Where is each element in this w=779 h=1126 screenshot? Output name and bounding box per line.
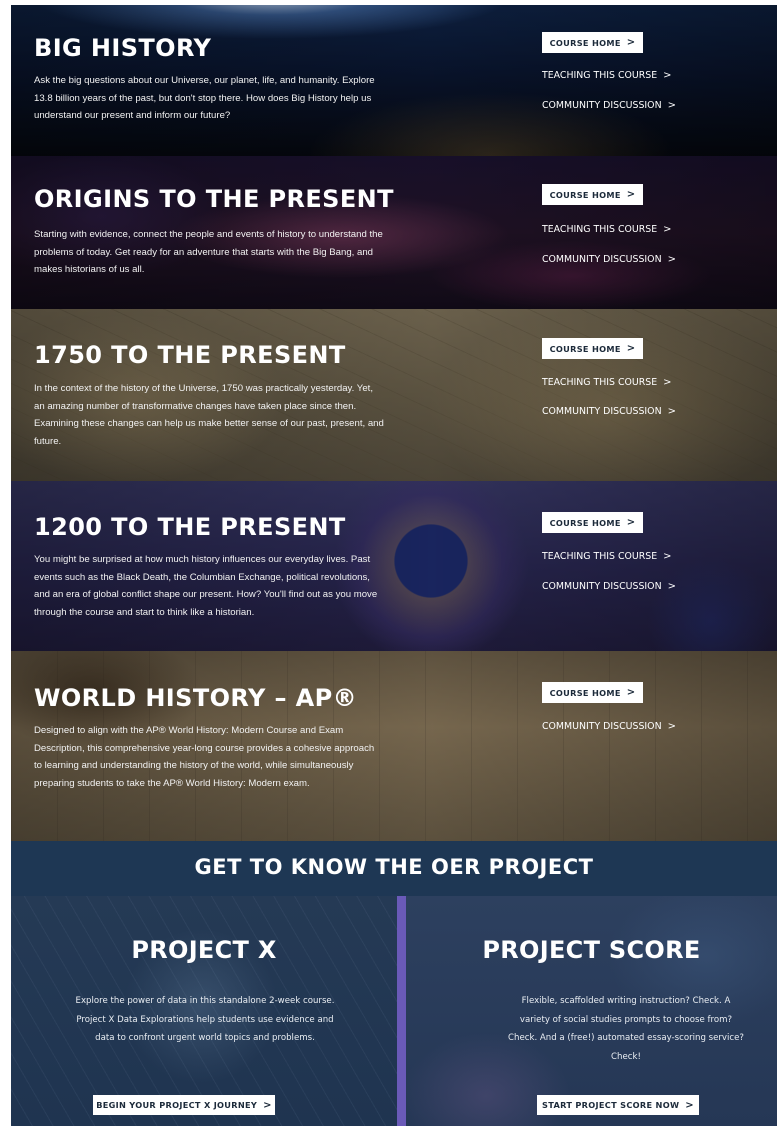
teaching-this-course-link[interactable]: TEACHING THIS COURSE > bbox=[542, 551, 672, 562]
community-discussion-link[interactable]: COMMUNITY DISCUSSION > bbox=[542, 721, 676, 732]
course-home-button[interactable]: COURSE HOME > bbox=[542, 682, 643, 703]
course-big-history: BIG HISTORY Ask the big questions about … bbox=[11, 5, 777, 156]
chevron-right-icon: > bbox=[667, 406, 676, 417]
community-discussion-link[interactable]: COMMUNITY DISCUSSION > bbox=[542, 100, 676, 111]
community-discussion-link[interactable]: COMMUNITY DISCUSSION > bbox=[542, 581, 676, 592]
course-home-button[interactable]: COURSE HOME > bbox=[542, 512, 643, 533]
course-home-button[interactable]: COURSE HOME > bbox=[542, 338, 643, 359]
chevron-right-icon: > bbox=[626, 687, 636, 698]
chevron-right-icon: > bbox=[663, 70, 672, 81]
project-x-title: PROJECT X bbox=[131, 936, 277, 964]
teaching-this-course-link[interactable]: TEACHING THIS COURSE > bbox=[542, 224, 672, 235]
chevron-right-icon: > bbox=[663, 224, 672, 235]
course-1200-to-the-present: 1200 TO THE PRESENT You might be surpris… bbox=[11, 481, 777, 651]
project-x-description: Explore the power of data in this standa… bbox=[75, 996, 335, 1043]
chevron-right-icon: > bbox=[667, 581, 676, 592]
course-title: 1200 TO THE PRESENT bbox=[34, 513, 346, 541]
course-origins-to-the-present: ORIGINS TO THE PRESENT Starting with evi… bbox=[11, 156, 777, 309]
course-title: WORLD HISTORY – AP® bbox=[34, 684, 358, 712]
project-score-panel: PROJECT SCORE Flexible, scaffolded writi… bbox=[406, 896, 777, 1126]
chevron-right-icon: > bbox=[626, 517, 636, 528]
chevron-right-icon: > bbox=[685, 1099, 694, 1111]
start-project-score-button[interactable]: START PROJECT SCORE NOW > bbox=[537, 1095, 699, 1115]
community-discussion-link[interactable]: COMMUNITY DISCUSSION > bbox=[542, 254, 676, 265]
chevron-right-icon: > bbox=[667, 721, 676, 732]
begin-project-x-button[interactable]: BEGIN YOUR PROJECT X JOURNEY > bbox=[93, 1095, 275, 1115]
course-description: Designed to align with the AP® World His… bbox=[34, 725, 375, 789]
project-score-description: Flexible, scaffolded writing instruction… bbox=[508, 996, 744, 1062]
course-description: Ask the big questions about our Universe… bbox=[34, 75, 375, 121]
panel-divider bbox=[397, 896, 406, 1126]
project-x-panel: PROJECT X Explore the power of data in t… bbox=[11, 896, 397, 1126]
teaching-this-course-link[interactable]: TEACHING THIS COURSE > bbox=[542, 70, 672, 81]
course-catalog: BIG HISTORY Ask the big questions about … bbox=[11, 5, 777, 1126]
course-home-button[interactable]: COURSE HOME > bbox=[542, 184, 643, 205]
teaching-this-course-link[interactable]: TEACHING THIS COURSE > bbox=[542, 377, 672, 388]
chevron-right-icon: > bbox=[667, 100, 676, 111]
course-home-button[interactable]: COURSE HOME > bbox=[542, 32, 643, 53]
course-description: Starting with evidence, connect the peop… bbox=[34, 229, 383, 275]
project-score-title: PROJECT SCORE bbox=[482, 936, 701, 964]
chevron-right-icon: > bbox=[626, 189, 636, 200]
chevron-right-icon: > bbox=[663, 551, 672, 562]
chevron-right-icon: > bbox=[263, 1099, 272, 1111]
course-title: ORIGINS TO THE PRESENT bbox=[34, 185, 394, 213]
chevron-right-icon: > bbox=[626, 343, 636, 354]
chevron-right-icon: > bbox=[663, 377, 672, 388]
oer-project-section: GET TO KNOW THE OER PROJECT PROJECT X Ex… bbox=[11, 841, 777, 1126]
section-heading: GET TO KNOW THE OER PROJECT bbox=[194, 855, 594, 879]
chevron-right-icon: > bbox=[626, 37, 636, 48]
course-description: In the context of the history of the Uni… bbox=[34, 383, 384, 447]
course-title: 1750 TO THE PRESENT bbox=[34, 341, 346, 369]
course-description: You might be surprised at how much histo… bbox=[34, 554, 378, 618]
community-discussion-link[interactable]: COMMUNITY DISCUSSION > bbox=[542, 406, 676, 417]
chevron-right-icon: > bbox=[667, 254, 676, 265]
course-title: BIG HISTORY bbox=[34, 34, 212, 62]
course-world-history-ap: WORLD HISTORY – AP® Designed to align wi… bbox=[11, 651, 777, 841]
course-1750-to-the-present: 1750 TO THE PRESENT In the context of th… bbox=[11, 309, 777, 481]
